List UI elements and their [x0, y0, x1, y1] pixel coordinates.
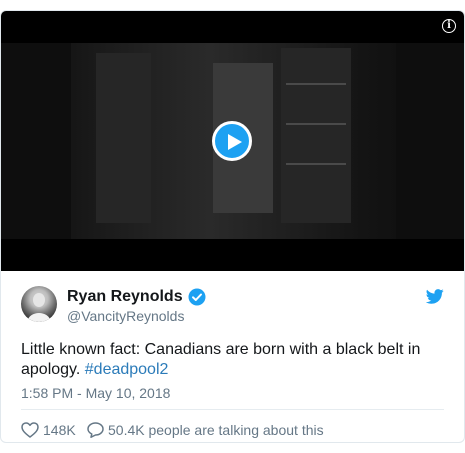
reply-bubble-icon [87, 422, 104, 438]
tweet-text: Little known fact: Canadians are born wi… [21, 340, 446, 380]
hashtag-link[interactable]: #deadpool2 [85, 361, 169, 378]
play-button[interactable] [212, 121, 252, 161]
display-name[interactable]: Ryan Reynolds [67, 288, 183, 306]
divider [21, 409, 444, 410]
embedded-tweet-card: i Ryan Reynolds @VancityReynolds Little … [0, 10, 465, 443]
twitter-bird-icon[interactable] [426, 289, 444, 304]
heart-icon [21, 422, 39, 438]
verified-badge-icon [188, 288, 206, 306]
reply-link[interactable]: 50.4K people are talking about this [87, 421, 324, 439]
person-photo [27, 293, 51, 322]
play-icon [228, 134, 242, 150]
video-player[interactable]: i [1, 11, 464, 271]
replies-count-text: 50.4K people are talking about this [108, 422, 324, 438]
handle[interactable]: @VancityReynolds [67, 308, 184, 324]
avatar[interactable] [21, 286, 57, 322]
tweet-body: Little known fact: Canadians are born wi… [21, 341, 421, 378]
likes-count: 148K [43, 422, 76, 438]
like-button[interactable]: 148K [21, 421, 76, 439]
timestamp[interactable]: 1:58 PM - May 10, 2018 [21, 385, 170, 401]
info-icon[interactable]: i [442, 19, 456, 33]
